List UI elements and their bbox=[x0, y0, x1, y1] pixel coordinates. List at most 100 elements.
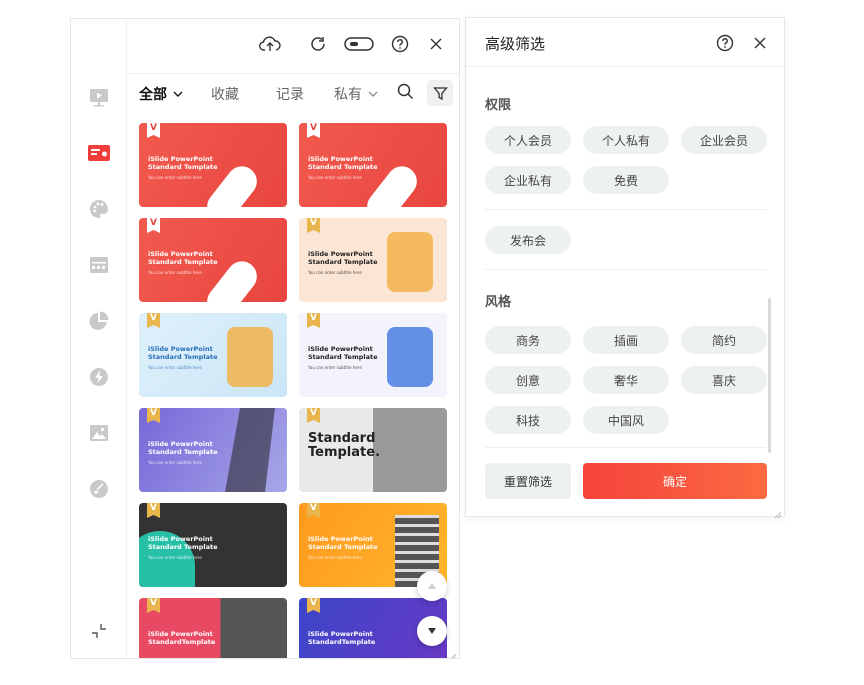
vip-badge-icon: V bbox=[307, 218, 320, 233]
layout-icon[interactable] bbox=[87, 253, 111, 277]
template-card[interactable]: ViSlide PowerPoint Standard Template You … bbox=[299, 313, 447, 397]
card-subtitle: You can enter subtitle here bbox=[308, 555, 362, 560]
caret-up-icon bbox=[428, 583, 436, 589]
card-title: iSlide PowerPoint Standard Template bbox=[308, 535, 378, 551]
refresh-icon[interactable] bbox=[307, 33, 329, 55]
filter-chip[interactable]: 免费 bbox=[583, 166, 669, 194]
scroll-down-button[interactable] bbox=[417, 616, 447, 646]
card-title: iSlide PowerPoint Standard Template bbox=[148, 440, 218, 456]
template-card[interactable]: ViSlide PowerPoint Standard Template You … bbox=[139, 218, 287, 302]
card-subtitle: You can enter subtitle here bbox=[308, 365, 362, 370]
search-button[interactable] bbox=[397, 83, 414, 100]
vip-badge-icon: V bbox=[147, 503, 160, 518]
filter-header: 高级筛选 bbox=[466, 18, 784, 67]
card-title: iSlide PowerPoint StandardTemplate bbox=[148, 630, 216, 646]
filter-chip[interactable]: 企业会员 bbox=[681, 126, 767, 154]
chevron-down-icon bbox=[173, 91, 183, 97]
vip-badge-icon: V bbox=[307, 123, 320, 138]
tab-favorites-label: 收藏 bbox=[211, 87, 239, 103]
card-illustration bbox=[387, 232, 433, 292]
card-title: iSlide PowerPoint Standard Template bbox=[308, 250, 378, 266]
top-toolbar bbox=[127, 19, 459, 69]
resize-grip-icon[interactable] bbox=[447, 646, 457, 658]
filter-button[interactable] bbox=[427, 80, 453, 106]
side-rail bbox=[71, 19, 127, 658]
card-illustration bbox=[387, 327, 433, 387]
filter-chip[interactable]: 创意 bbox=[485, 366, 571, 394]
template-card[interactable]: ViSlide PowerPoint Standard Template You … bbox=[139, 123, 287, 207]
card-title: iSlide PowerPoint Standard Template bbox=[148, 250, 218, 266]
vip-badge-icon: V bbox=[307, 408, 320, 423]
chip-launch-event[interactable]: 发布会 bbox=[485, 226, 571, 254]
template-card[interactable]: ViSlide PowerPoint Standard Template You … bbox=[299, 123, 447, 207]
tab-history-label: 记录 bbox=[276, 87, 304, 103]
filter-chip[interactable]: 喜庆 bbox=[681, 366, 767, 394]
card-decoration bbox=[225, 408, 275, 492]
advanced-filter-panel: 高级筛选 权限 个人会员 个人私有 企业会员企业私有 免费 发布会 风格 商务 插画 简约… bbox=[465, 17, 785, 519]
vip-badge-icon: V bbox=[147, 218, 160, 233]
image-icon[interactable] bbox=[87, 421, 111, 445]
palette-icon[interactable] bbox=[87, 197, 111, 221]
pie-chart-icon[interactable] bbox=[87, 309, 111, 333]
filter-icon bbox=[432, 86, 448, 100]
filter-chip[interactable]: 科技 bbox=[485, 406, 571, 434]
search-icon bbox=[397, 83, 414, 100]
caret-down-icon bbox=[428, 628, 436, 634]
filter-chip[interactable]: 奢华 bbox=[583, 366, 669, 394]
brush-icon[interactable] bbox=[87, 477, 111, 501]
lightning-icon[interactable] bbox=[87, 365, 111, 389]
confirm-button[interactable]: 确定 bbox=[583, 463, 767, 499]
tab-favorites[interactable]: 收藏 bbox=[211, 84, 239, 104]
collapse-icon[interactable] bbox=[87, 619, 111, 643]
cloud-upload-icon[interactable] bbox=[259, 33, 281, 55]
template-card[interactable]: ViSlide PowerPoint Standard Template You … bbox=[139, 313, 287, 397]
divider bbox=[485, 447, 766, 448]
filter-chip[interactable]: 个人私有 bbox=[583, 126, 669, 154]
help-icon[interactable] bbox=[389, 33, 411, 55]
filter-title: 高级筛选 bbox=[485, 35, 546, 53]
reset-filter-button[interactable]: 重置筛选 bbox=[485, 463, 571, 499]
filter-scrollbar[interactable] bbox=[768, 298, 771, 453]
filter-chip[interactable]: 商务 bbox=[485, 326, 571, 354]
template-panel: 全部 收藏 记录 私有 ViSlide PowerPoint Standard … bbox=[70, 18, 460, 659]
card-subtitle: You can enter subtitle here bbox=[308, 175, 362, 180]
template-card[interactable]: ViSlide PowerPoint StandardTemplate bbox=[139, 598, 287, 658]
tab-all[interactable]: 全部 bbox=[139, 84, 183, 104]
tab-private[interactable]: 私有 bbox=[334, 84, 378, 104]
vip-badge-icon: V bbox=[307, 313, 320, 328]
style-section-label: 风格 bbox=[485, 295, 512, 310]
toggle-icon[interactable] bbox=[344, 33, 374, 55]
card-title: iSlide PowerPoint Standard Template bbox=[148, 155, 218, 171]
template-card[interactable]: V Standard Template. bbox=[299, 408, 447, 492]
vip-badge-icon: V bbox=[147, 408, 160, 423]
card-title: Standard Template. bbox=[308, 431, 381, 460]
divider bbox=[485, 209, 766, 210]
help-icon[interactable] bbox=[715, 33, 735, 53]
template-card[interactable]: ViSlide PowerPoint Standard Template You … bbox=[139, 408, 287, 492]
permission-section-label: 权限 bbox=[485, 98, 512, 113]
close-icon[interactable] bbox=[750, 33, 770, 53]
card-subtitle: You can enter subtitle here bbox=[148, 365, 202, 370]
filter-chip[interactable]: 插画 bbox=[583, 326, 669, 354]
close-icon[interactable] bbox=[425, 33, 447, 55]
resize-grip-icon[interactable] bbox=[772, 504, 782, 519]
vip-badge-icon: V bbox=[307, 503, 320, 518]
vip-badge-icon: V bbox=[307, 598, 320, 613]
template-card[interactable]: ViSlide PowerPoint Standard Template You … bbox=[299, 218, 447, 302]
card-subtitle: You can enter subtitle here bbox=[308, 270, 362, 275]
card-title: iSlide PowerPoint Standard Template bbox=[308, 155, 378, 171]
filter-chip[interactable]: 简约 bbox=[681, 326, 767, 354]
tab-history[interactable]: 记录 bbox=[276, 84, 304, 104]
template-card[interactable]: ViSlide PowerPoint Standard Template You … bbox=[139, 503, 287, 587]
tab-private-label: 私有 bbox=[334, 87, 362, 103]
scroll-up-button[interactable] bbox=[417, 571, 447, 601]
filter-chip[interactable]: 中国风 bbox=[583, 406, 669, 434]
filter-chip[interactable]: 企业私有 bbox=[485, 166, 571, 194]
category-tabs: 全部 收藏 记录 私有 bbox=[127, 73, 459, 111]
template-icon[interactable] bbox=[87, 141, 111, 165]
divider bbox=[485, 269, 766, 270]
vip-badge-icon: V bbox=[147, 313, 160, 328]
slideshow-icon[interactable] bbox=[87, 85, 111, 109]
filter-chip[interactable]: 个人会员 bbox=[485, 126, 571, 154]
vip-badge-icon: V bbox=[147, 598, 160, 613]
